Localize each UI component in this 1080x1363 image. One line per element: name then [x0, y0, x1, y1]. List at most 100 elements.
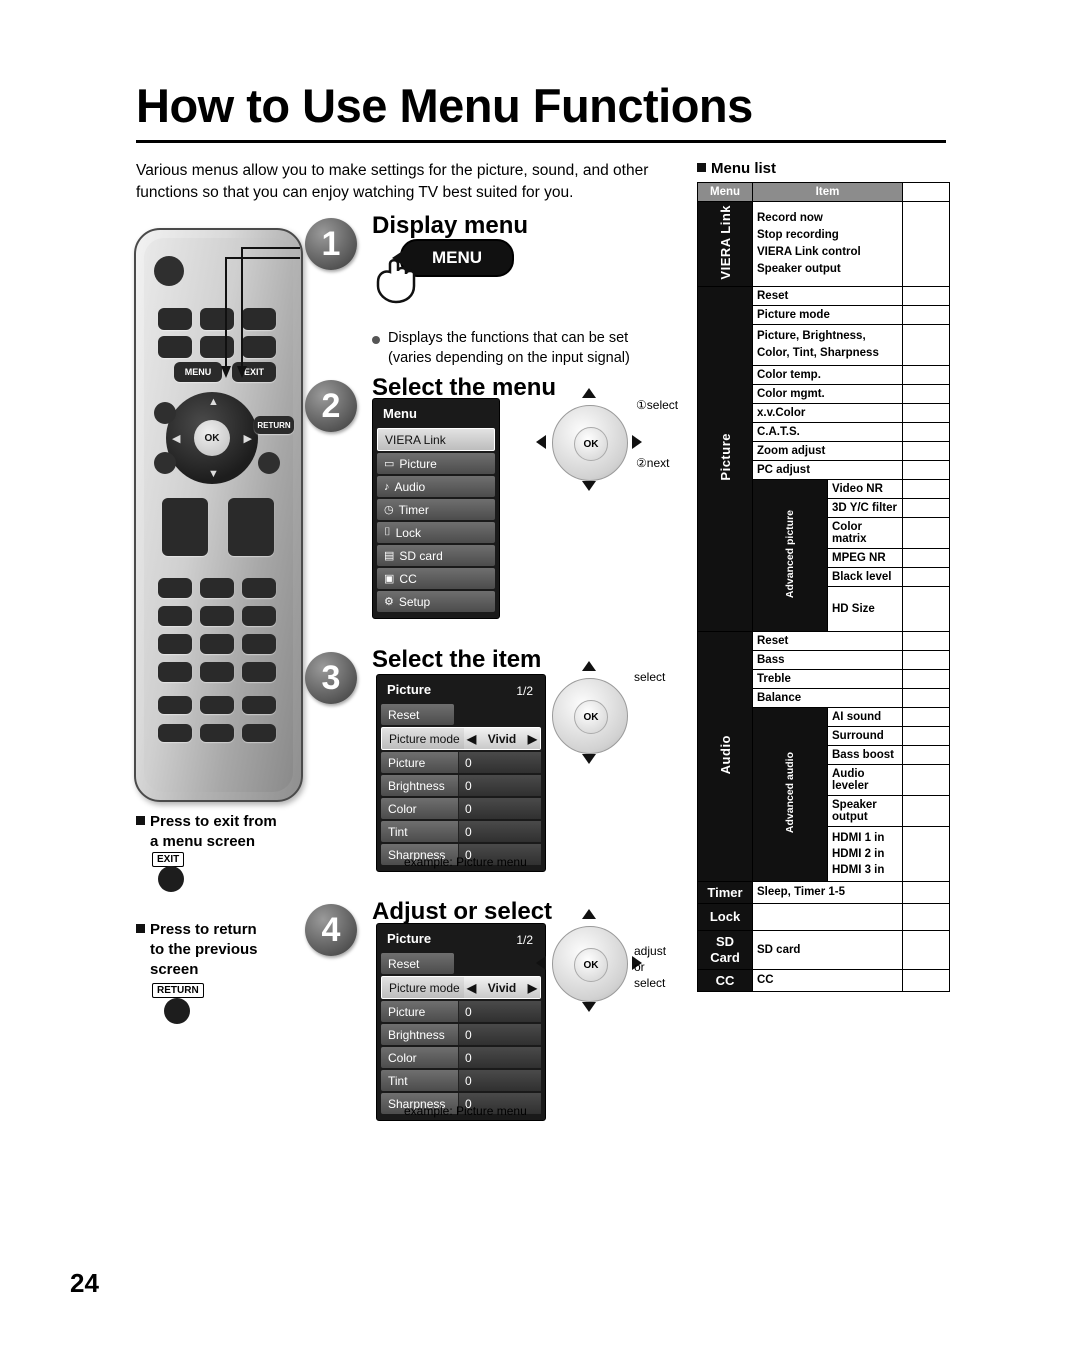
item-video-nr: Video NR	[827, 478, 903, 499]
remote-keypad-key	[158, 634, 192, 654]
osd-row-picture[interactable]: Picture 0	[381, 752, 541, 773]
osd-row-reset[interactable]: Reset	[381, 953, 454, 974]
step-1-note-line1: Displays the functions that can be set	[388, 330, 629, 346]
blank-cell	[902, 968, 950, 992]
blank-cell	[902, 585, 950, 632]
category-viera-link: VIERA Link	[697, 201, 753, 287]
blank-cell	[902, 304, 950, 325]
remote-keypad-key	[158, 724, 192, 742]
item-color-temp: Color temp.	[752, 364, 903, 385]
blank-cell	[902, 929, 950, 970]
category-picture: Picture	[697, 285, 753, 632]
remote-keypad-key	[158, 606, 192, 626]
osd-row-value[interactable]: 0	[458, 798, 541, 819]
blank-cell	[902, 794, 950, 827]
header-menu: Menu	[697, 182, 753, 202]
osd-row-value[interactable]: 0	[458, 1070, 541, 1091]
osd-menu-item-lock[interactable]: ⌷ Lock	[377, 522, 495, 543]
navigation-pad-illustration-step3: OK	[552, 678, 628, 754]
ok-button-icon: OK	[574, 948, 608, 982]
osd-row-tint[interactable]: Tint 0	[381, 1070, 541, 1091]
osd-menu-item-label: SD card	[399, 548, 443, 563]
return-note: Press to return to the previous screen	[136, 920, 326, 980]
osd-menu-item-cc[interactable]: ▣ CC	[377, 568, 495, 589]
blank-cell	[902, 902, 950, 931]
remote-keypad-key	[158, 578, 192, 598]
osd-row-brightness[interactable]: Brightness 0	[381, 1024, 541, 1045]
square-bullet-icon	[136, 816, 145, 825]
ok-button-icon: OK	[574, 427, 608, 461]
sdcard-icon: ▤	[384, 550, 395, 562]
remote-side-button	[154, 452, 176, 474]
osd-picture-panel-step3: Picture 1/2 Reset Picture mode ◀ Vivid ▶…	[376, 674, 546, 872]
remote-keypad-key	[200, 662, 234, 682]
item-xv-color: x.v.Color	[752, 402, 903, 423]
item-picture-mode: Picture mode	[752, 304, 903, 325]
osd-row-value[interactable]: 0	[458, 1047, 541, 1068]
osd-menu-title: Menu	[383, 406, 417, 421]
item-black-level: Black level	[827, 566, 903, 587]
osd-menu-item-label: Setup	[398, 594, 431, 609]
navigation-pad-illustration-step4: OK	[552, 926, 628, 1002]
manual-page: How to Use Menu Functions Various menus …	[0, 0, 1080, 1363]
osd-row-color[interactable]: Color 0	[381, 1047, 541, 1068]
item-hd-size: HD Size	[827, 585, 903, 632]
left-arrow-icon	[536, 956, 546, 970]
osd-row-label: Brightness	[388, 1027, 445, 1042]
item-ai-sound: AI sound	[827, 706, 903, 727]
left-arrow-icon: ◀	[467, 980, 477, 995]
osd-row-label: Picture	[388, 1004, 426, 1019]
blank-cell	[902, 201, 950, 287]
blank-cell	[902, 402, 950, 423]
osd-picture-panel-step4: Picture 1/2 Reset Picture mode ◀ Vivid ▶…	[376, 923, 546, 1121]
osd-menu-item-sd-card[interactable]: ▤ SD card	[377, 545, 495, 566]
left-arrow-icon	[536, 435, 546, 449]
table-row: CC CC	[697, 968, 950, 992]
remote-keypad-key	[200, 696, 234, 714]
item-3d-yc-filter: 3D Y/C filter	[827, 497, 903, 518]
osd-row-label: Reset	[388, 707, 420, 722]
item-bass-boost: Bass boost	[827, 744, 903, 765]
blank-cell	[902, 566, 950, 587]
osd-menu-item-viera-link[interactable]: VIERA Link	[377, 428, 495, 451]
osd-row-color[interactable]: Color 0	[381, 798, 541, 819]
item-cats: C.A.T.S.	[752, 421, 903, 442]
timer-clock-icon: ◷	[384, 504, 394, 516]
osd-row-tint[interactable]: Tint 0	[381, 821, 541, 842]
osd-menu-item-audio[interactable]: ♪ Audio	[377, 476, 495, 497]
osd-row-value[interactable]: ◀ Vivid ▶	[464, 977, 540, 998]
remote-keypad-key	[200, 724, 234, 742]
blank-cell	[902, 668, 950, 689]
item-treble: Treble	[752, 668, 903, 689]
osd-row-value[interactable]: 0	[458, 752, 541, 773]
step-3-hint: select	[634, 670, 666, 684]
osd-row-reset[interactable]: Reset	[381, 704, 454, 725]
osd-row-picture-mode[interactable]: Picture mode ◀ Vivid ▶	[381, 727, 541, 750]
osd-menu-item-timer[interactable]: ◷ Timer	[377, 499, 495, 520]
osd-picture-title: Picture	[387, 682, 432, 697]
down-arrow-icon	[582, 481, 596, 491]
osd-row-value[interactable]: 0	[458, 1024, 541, 1045]
remote-side-button	[154, 402, 176, 424]
osd-menu-item-picture[interactable]: ▭ Picture	[377, 453, 495, 474]
osd-row-value[interactable]: 0	[458, 775, 541, 796]
blank-cell	[902, 440, 950, 461]
step-2-number: 2	[305, 380, 357, 432]
osd-row-picture-mode[interactable]: Picture mode ◀ Vivid ▶	[381, 976, 541, 999]
osd-row-picture[interactable]: Picture 0	[381, 1001, 541, 1022]
right-arrow-icon: ▶	[527, 980, 537, 995]
osd-row-brightness[interactable]: Brightness 0	[381, 775, 541, 796]
exit-note: Press to exit from a menu screen	[136, 812, 316, 852]
osd-menu-item-setup[interactable]: ⚙ Setup	[377, 591, 495, 612]
hand-pointer-icon	[376, 259, 416, 304]
header-blank	[902, 182, 950, 202]
osd-row-value[interactable]: 0	[458, 821, 541, 842]
table-row: Lock	[697, 902, 950, 931]
osd-row-value[interactable]: ◀ Vivid ▶	[464, 728, 540, 749]
osd-row-label: Color	[388, 801, 417, 816]
step-4-title: Adjust or select	[372, 898, 553, 925]
step-1-title: Display menu	[372, 212, 529, 239]
osd-menu-item-label: VIERA Link	[385, 432, 446, 447]
osd-row-value[interactable]: 0	[458, 1001, 541, 1022]
up-arrow-icon	[582, 909, 596, 919]
